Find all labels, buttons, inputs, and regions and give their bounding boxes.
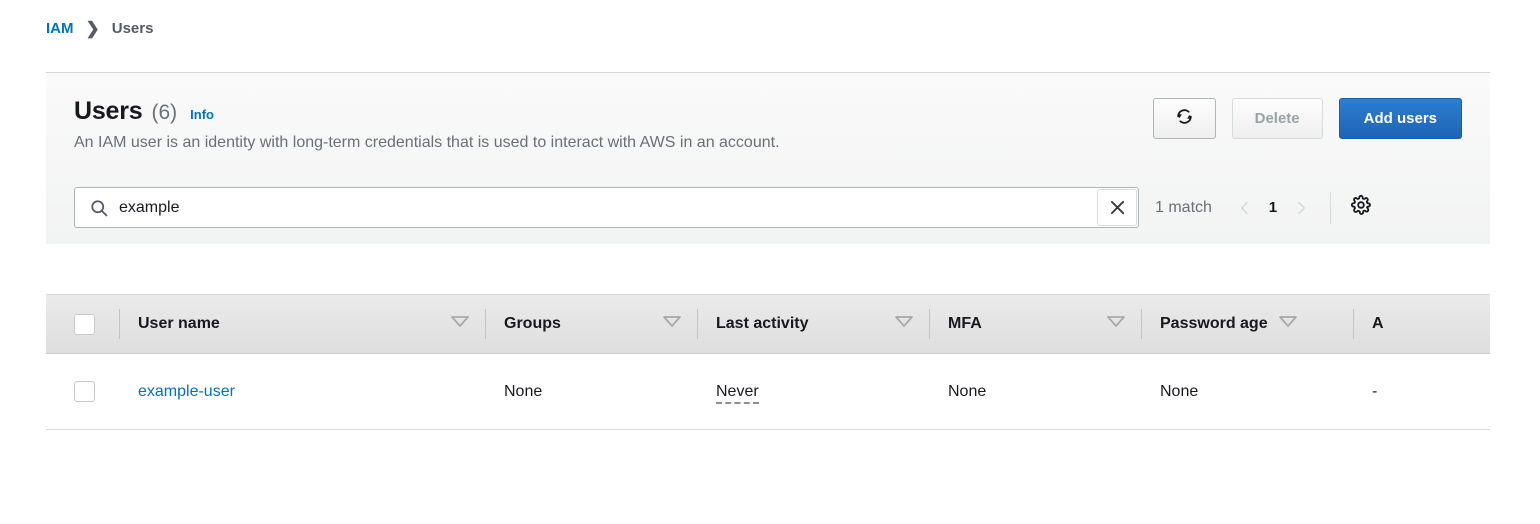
pagination-page-1[interactable]: 1 <box>1264 199 1282 216</box>
search-field[interactable] <box>74 187 1139 228</box>
gear-icon <box>1350 194 1372 221</box>
users-panel: Users (6) Info An IAM user is an identit… <box>46 72 1490 244</box>
column-header-groups[interactable]: Groups <box>486 295 698 354</box>
select-all-checkbox[interactable] <box>74 314 95 335</box>
column-header-truncated[interactable]: A <box>1354 295 1490 354</box>
delete-button[interactable]: Delete <box>1232 98 1323 139</box>
user-name-link[interactable]: example-user <box>138 383 235 400</box>
column-header-password-age[interactable]: Password age <box>1142 295 1354 354</box>
row-select-cell <box>46 354 120 430</box>
info-link[interactable]: Info <box>190 107 214 122</box>
breadcrumb-current-users: Users <box>112 20 154 37</box>
table-header-row: User name Groups <box>46 295 1490 354</box>
search-icon <box>89 198 109 218</box>
breadcrumb-separator-icon: ❯ <box>86 20 100 37</box>
delete-button-label: Delete <box>1255 110 1300 127</box>
toolbar-divider <box>1330 192 1331 224</box>
panel-actions: Delete Add users <box>1153 98 1462 139</box>
breadcrumb-link-iam[interactable]: IAM <box>46 20 74 37</box>
column-label-truncated: A <box>1372 315 1384 333</box>
sort-descending-icon[interactable] <box>894 315 914 333</box>
add-users-button-label: Add users <box>1364 110 1437 127</box>
breadcrumb: IAM ❯ Users <box>46 20 153 37</box>
settings-button[interactable] <box>1347 194 1375 222</box>
match-count: 1 match <box>1155 199 1212 217</box>
table-row: example-user None Never None None - <box>46 354 1490 430</box>
users-table-container: User name Groups <box>46 294 1490 431</box>
sort-descending-icon[interactable] <box>1278 315 1298 333</box>
clear-search-button[interactable] <box>1097 189 1137 226</box>
sort-descending-icon[interactable] <box>662 315 682 333</box>
users-table: User name Groups <box>46 294 1490 430</box>
panel-description: An IAM user is an identity with long-ter… <box>74 130 954 155</box>
cell-groups: None <box>486 354 698 430</box>
pagination-prev-button[interactable] <box>1230 193 1260 223</box>
users-count: (6) <box>152 101 178 125</box>
filter-row: 1 match 1 <box>46 173 1490 244</box>
column-label-user-name: User name <box>138 315 220 333</box>
sort-descending-icon[interactable] <box>450 315 470 333</box>
column-label-groups: Groups <box>504 315 561 333</box>
column-header-mfa[interactable]: MFA <box>930 295 1142 354</box>
search-input[interactable] <box>119 188 1097 227</box>
cell-user-name: example-user <box>120 354 486 430</box>
column-header-last-activity[interactable]: Last activity <box>698 295 930 354</box>
refresh-icon <box>1175 107 1194 130</box>
pagination-next-button[interactable] <box>1286 193 1316 223</box>
pagination: 1 <box>1230 193 1316 223</box>
cell-last-activity: Never <box>698 354 930 430</box>
column-label-last-activity: Last activity <box>716 315 808 333</box>
column-label-password-age: Password age <box>1160 315 1268 333</box>
cell-truncated: - <box>1354 354 1490 430</box>
select-all-header <box>46 295 120 354</box>
panel-header: Users (6) Info An IAM user is an identit… <box>46 73 1490 173</box>
column-header-user-name[interactable]: User name <box>120 295 486 354</box>
column-label-mfa: MFA <box>948 315 982 333</box>
cell-password-age: None <box>1142 354 1354 430</box>
add-users-button[interactable]: Add users <box>1339 98 1462 139</box>
sort-descending-icon[interactable] <box>1106 315 1126 333</box>
row-checkbox[interactable] <box>74 381 95 402</box>
last-activity-value: Never <box>716 383 759 404</box>
refresh-button[interactable] <box>1153 98 1216 139</box>
cell-mfa: None <box>930 354 1142 430</box>
page-title: Users <box>74 97 143 126</box>
